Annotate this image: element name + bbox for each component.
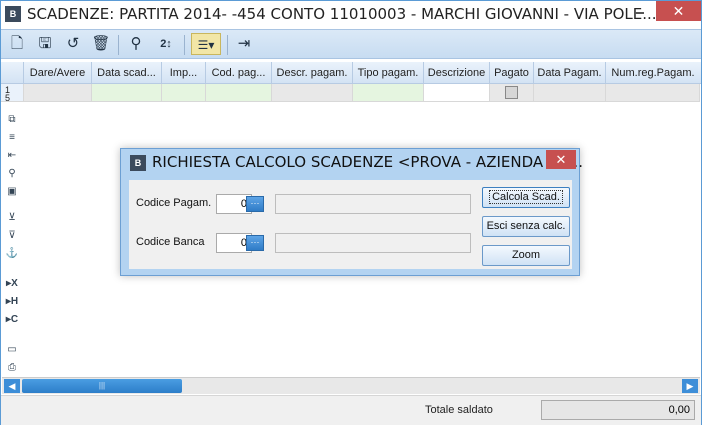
list-icon[interactable]: ≡ [5,131,19,145]
column-header[interactable]: Descr. pagam. [272,62,353,84]
pagato-checkbox[interactable] [505,86,518,99]
window-title: SCADENZE: PARTITA 2014- -454 CONTO 11010… [27,5,657,23]
column-header[interactable]: Num.reg.Pagam. [606,62,700,84]
minimize-button[interactable] [626,1,652,21]
zoom-icon[interactable]: ⚲ [5,167,19,181]
filter-clear-icon[interactable]: ⊽ [5,229,19,243]
export-c-icon[interactable]: ▸C [5,313,19,327]
print-icon[interactable]: ⎙ [5,361,19,375]
side-toolbar: ⧉ ≡ ⇤ ⚲ ▣ ⊻ ⊽ ⚓ ▸X ▸H ▸C ▭ ⎙ [1,113,23,378]
table-cell[interactable] [353,84,424,102]
anchor-icon[interactable]: ⚓ [5,247,19,261]
grid-view-icon[interactable]: ▣ [5,185,19,199]
save-icon[interactable]: 🖫 [34,33,56,55]
column-header[interactable]: Data Pagam. [534,62,606,84]
column-header[interactable]: Dare/Avere [24,62,92,84]
main-window: B SCADENZE: PARTITA 2014- -454 CONTO 110… [0,0,702,425]
exit-icon[interactable]: ⇥ [233,33,255,55]
scroll-right-icon[interactable]: ▶ [682,379,698,393]
delete-icon[interactable]: 🗑 [90,33,112,55]
table-cell[interactable] [272,84,353,102]
codice-banca-label: Codice Banca [136,236,205,248]
total-value-field: 0,00 [541,400,695,420]
column-header[interactable]: Imp... [162,62,206,84]
dialog-logo-icon: B [130,155,146,171]
dialog-body: Codice Pagam. 0 ··· Codice Banca 0 ··· C… [129,180,572,269]
total-label: Totale saldato [425,404,493,416]
row-number: 1 5 [5,85,11,103]
column-header[interactable]: Tipo pagam. [353,62,424,84]
table-cell[interactable] [24,84,92,102]
dialog-title: RICHIESTA CALCOLO SCADENZE <PROVA - AZIE… [152,153,583,171]
codice-banca-description [275,233,471,253]
copy-row-icon[interactable]: ⧉ [5,113,19,127]
toolbar: 🗋 🖫 ↺ 🗑 ⚲ 2↕ ☰▾ ⇥ [1,29,701,59]
zoom-button[interactable]: Zoom [482,245,570,266]
undo-icon[interactable]: ↺ [62,33,84,55]
calcola-button-label: Calcola Scad. [489,190,563,204]
table-cell[interactable] [162,84,206,102]
close-button[interactable]: ✕ [656,1,701,21]
filter-icon[interactable]: ⊻ [5,211,19,225]
calcola-scadenze-button[interactable]: Calcola Scad. [482,187,570,208]
calcolo-scadenze-dialog: B RICHIESTA CALCOLO SCADENZE <PROVA - AZ… [120,148,583,276]
codice-pagam-label: Codice Pagam. [136,197,212,209]
dialog-close-button[interactable]: ✕ [546,150,576,169]
horizontal-scrollbar[interactable]: ◀ ||| ▶ [2,377,700,394]
scroll-left-icon[interactable]: ◀ [4,379,20,393]
export-x-icon[interactable]: ▸X [5,277,19,291]
title-bar: B SCADENZE: PARTITA 2014- -454 CONTO 110… [1,1,701,29]
codice-pagam-description [275,194,471,214]
toolbar-separator [227,35,228,55]
grid-header: Dare/Avere Data scad... Imp... Cod. pag.… [1,62,701,84]
status-bar: Totale saldato 0,00 [1,395,701,425]
codice-banca-lookup-button[interactable]: ··· [246,235,264,251]
search-binoculars-icon[interactable]: ⚲ [125,33,147,55]
new-document-icon[interactable]: 🗋 [6,33,28,55]
esci-senza-calcolo-button[interactable]: Esci senza calc. [482,216,570,237]
export-h-icon[interactable]: ▸H [5,295,19,309]
monitor-icon[interactable]: ▭ [5,343,19,357]
table-cell[interactable] [92,84,162,102]
table-cell[interactable] [424,84,490,102]
scrollbar-thumb[interactable]: ||| [22,379,182,393]
row-header-corner [1,62,24,84]
import-icon[interactable]: ⇤ [5,149,19,163]
table-cell[interactable] [534,84,606,102]
column-header[interactable]: Descrizione [424,62,490,84]
table-cell[interactable] [606,84,700,102]
column-header[interactable]: Data scad... [92,62,162,84]
table-row[interactable] [1,84,701,102]
toolbar-separator [184,35,185,55]
app-logo-icon: B [5,6,21,22]
table-cell[interactable] [490,84,534,102]
toolbar-separator [118,35,119,55]
codice-pagam-lookup-button[interactable]: ··· [246,196,264,212]
sort-icon[interactable]: 2↕ [155,33,177,55]
table-cell[interactable] [206,84,272,102]
column-header[interactable]: Pagato [490,62,534,84]
list-options-icon[interactable]: ☰▾ [191,33,221,55]
column-header[interactable]: Cod. pag... [206,62,272,84]
